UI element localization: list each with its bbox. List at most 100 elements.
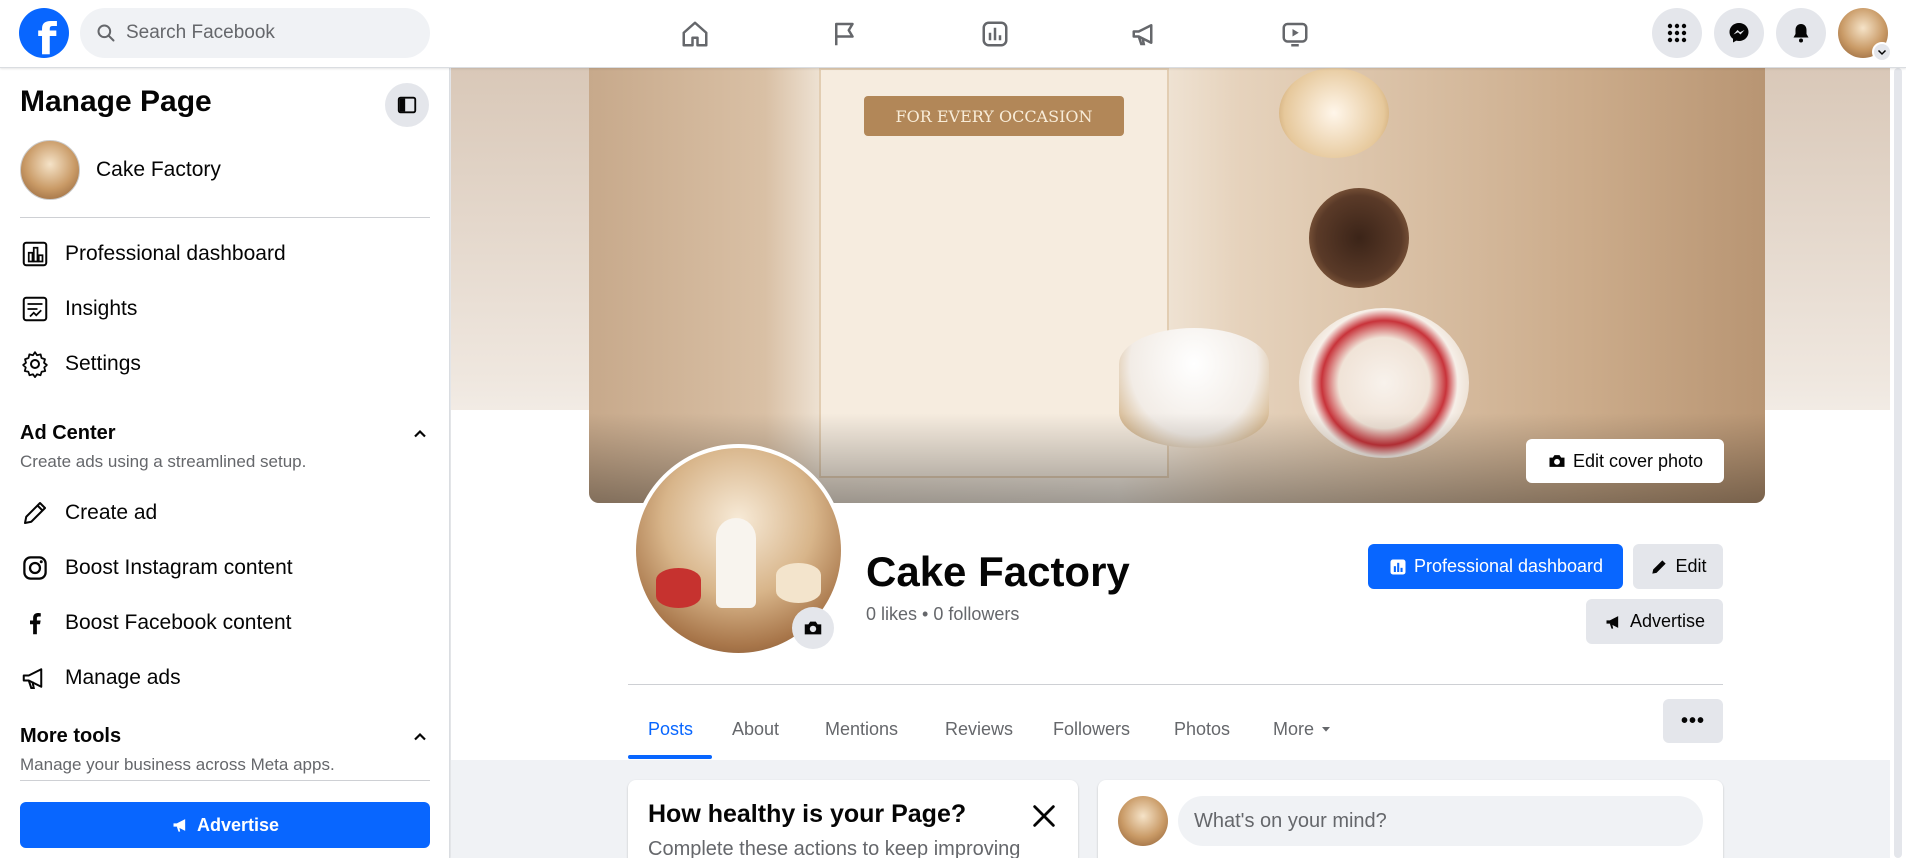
health-card-subtitle: Complete these actions to keep improving: [648, 838, 1021, 858]
more-tools-heading[interactable]: More tools: [20, 725, 121, 748]
camera-icon: [804, 621, 822, 635]
gear-icon: [22, 351, 48, 378]
sidebar-item-label: Boost Instagram content: [65, 556, 293, 579]
edit-page-button[interactable]: Edit: [1633, 544, 1723, 589]
professional-dashboard-label: Professional dashboard: [1413, 556, 1604, 576]
nav-ads[interactable]: [1070, 0, 1220, 68]
tab-reviews[interactable]: Reviews: [945, 700, 1013, 758]
page-health-card: How healthy is your Page? Complete these…: [628, 780, 1078, 858]
profile-cake-image: [656, 568, 701, 608]
tab-more[interactable]: More: [1273, 700, 1334, 758]
close-icon[interactable]: [1030, 802, 1058, 830]
camera-icon: [1549, 455, 1565, 467]
notifications-button[interactable]: [1776, 8, 1826, 58]
cover-photo[interactable]: FOR EVERY OCCASION: [589, 68, 1765, 503]
active-tab-indicator: [628, 755, 712, 759]
pencil-icon: [1652, 559, 1667, 574]
megaphone-icon: [1606, 615, 1619, 629]
megaphone-icon: [1132, 24, 1153, 46]
main-nav: [620, 0, 1370, 68]
advertise-button[interactable]: Advertise: [1586, 599, 1723, 644]
tab-photos[interactable]: Photos: [1174, 700, 1230, 758]
dashboard-icon: [1390, 559, 1406, 574]
edit-cover-label: Edit cover photo: [1572, 450, 1704, 471]
tab-about[interactable]: About: [732, 700, 779, 758]
menu-button[interactable]: [1652, 8, 1702, 58]
tab-more-label: More: [1273, 718, 1315, 739]
divider: [20, 217, 430, 218]
messenger-button[interactable]: [1714, 8, 1764, 58]
nav-video[interactable]: [1220, 0, 1370, 68]
chart-icon: [982, 21, 1008, 47]
tab-posts[interactable]: Posts: [648, 700, 693, 758]
page-title: Cake Factory: [866, 548, 1130, 595]
sidebar-item-settings[interactable]: Settings: [20, 344, 141, 384]
search-box[interactable]: [80, 8, 430, 58]
advertise-label: Advertise: [1629, 611, 1706, 631]
tabs-divider: [628, 684, 1723, 685]
more-tools-subtitle: Manage your business across Meta apps.: [20, 755, 335, 774]
update-profile-picture-button[interactable]: [792, 607, 834, 649]
collapse-sidebar-button[interactable]: [385, 83, 429, 127]
search-icon: [97, 24, 115, 42]
more-options-button[interactable]: •••: [1663, 699, 1723, 743]
edit-label: Edit: [1675, 556, 1707, 576]
chevron-down-icon: [1872, 42, 1892, 62]
flag-icon: [835, 22, 854, 46]
megaphone-icon: [22, 668, 43, 689]
chevron-up-icon[interactable]: [410, 424, 430, 444]
video-icon: [1282, 22, 1308, 47]
bell-icon: [1793, 24, 1809, 43]
sidebar-toggle-icon: [397, 96, 417, 114]
sidebar-item-label: Insights: [65, 297, 138, 320]
page-stats[interactable]: 0 likes • 0 followers: [866, 604, 1019, 625]
health-card-title: How healthy is your Page?: [648, 800, 967, 828]
nav-dashboard[interactable]: [920, 0, 1070, 68]
facebook-logo-icon[interactable]: f: [19, 8, 69, 58]
pencil-icon: [24, 502, 46, 524]
sidebar-item-professional-dashboard[interactable]: Professional dashboard: [20, 234, 286, 274]
scrollbar-thumb[interactable]: [1894, 68, 1902, 858]
sidebar-item-label: Professional dashboard: [65, 242, 286, 265]
composer-avatar: [1118, 796, 1168, 846]
nav-home[interactable]: [620, 0, 770, 68]
top-navigation-bar: f: [0, 0, 1906, 68]
account-avatar[interactable]: [1838, 8, 1892, 62]
main-scrollbar[interactable]: [1890, 68, 1906, 858]
chevron-up-icon[interactable]: [410, 727, 430, 747]
home-icon: [682, 21, 708, 47]
sidebar-advertise-button[interactable]: Advertise: [20, 802, 430, 848]
nav-pages[interactable]: [770, 0, 920, 68]
sidebar-item-boost-facebook[interactable]: Boost Facebook content: [20, 603, 291, 643]
edit-cover-photo-button[interactable]: Edit cover photo: [1526, 439, 1724, 483]
sidebar-page-switcher[interactable]: Cake Factory: [20, 140, 221, 200]
sidebar-item-boost-instagram[interactable]: Boost Instagram content: [20, 548, 293, 588]
ad-center-heading[interactable]: Ad Center: [20, 422, 116, 445]
tab-mentions[interactable]: Mentions: [825, 700, 898, 758]
insights-icon: [22, 296, 48, 322]
professional-dashboard-button[interactable]: Professional dashboard: [1368, 544, 1623, 589]
sidebar-page-name: Cake Factory: [96, 158, 221, 181]
profile-cake-image: [776, 563, 821, 603]
page-avatar: [20, 140, 80, 200]
cover-cake-image: [1309, 188, 1409, 288]
facebook-icon: [30, 613, 41, 635]
sidebar-title: Manage Page: [20, 85, 212, 118]
sidebar-item-label: Settings: [65, 352, 141, 375]
cover-banner-text: FOR EVERY OCCASION: [864, 96, 1124, 136]
manage-page-sidebar: Manage Page Cake Factory Professional da…: [0, 68, 450, 858]
composer-input[interactable]: What's on your mind?: [1178, 796, 1703, 846]
profile-chef-image: [716, 518, 756, 608]
search-input[interactable]: [126, 22, 406, 44]
top-right-actions: [1652, 8, 1892, 62]
sidebar-item-manage-ads[interactable]: Manage ads: [20, 658, 181, 698]
advertise-label: Advertise: [196, 814, 280, 835]
tab-followers[interactable]: Followers: [1053, 700, 1130, 758]
sidebar-item-create-ad[interactable]: Create ad: [20, 493, 157, 533]
caret-down-icon: [1322, 727, 1331, 732]
megaphone-icon: [173, 819, 186, 832]
menu-grid-icon: [1667, 23, 1687, 43]
sidebar-item-insights[interactable]: Insights: [20, 289, 137, 329]
sidebar-item-label: Manage ads: [65, 666, 181, 689]
post-composer-card: What's on your mind?: [1098, 780, 1723, 858]
